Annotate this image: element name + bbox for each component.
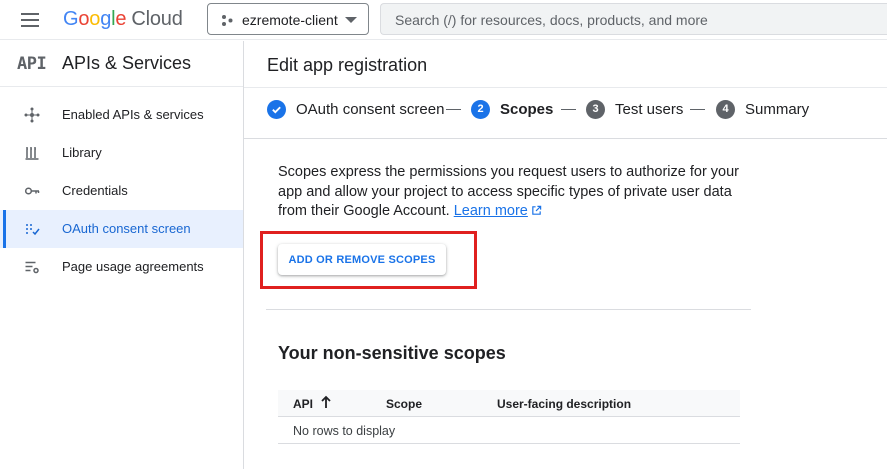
main-content: Edit app registration OAuth consent scre…	[244, 41, 887, 469]
table-row: No rows to display	[278, 417, 740, 444]
column-header-scope[interactable]: Scope	[386, 397, 422, 411]
divider	[266, 309, 751, 310]
section-title: Your non-sensitive scopes	[278, 343, 506, 363]
step-number: 2	[471, 99, 490, 119]
table-header: API Scope User-facing description	[278, 390, 740, 417]
sidebar-item-label: Page usage agreements	[62, 259, 204, 274]
stepper: OAuth consent screen 2 Scopes 3 Test use…	[244, 87, 887, 139]
chevron-down-icon	[345, 17, 357, 23]
sidebar-header: API APIs & Services	[0, 41, 243, 87]
scopes-description: Scopes express the permissions you reque…	[278, 163, 748, 222]
step-separator	[446, 109, 461, 110]
sidebar-item-enabled-apis[interactable]: Enabled APIs & services	[0, 96, 243, 134]
library-icon	[25, 147, 39, 160]
check-icon	[267, 99, 286, 119]
google-cloud-logo[interactable]: Google Cloud	[63, 8, 183, 30]
top-bar: Google Cloud ezremote-client	[0, 0, 887, 40]
arrow-up-icon[interactable]	[320, 395, 332, 409]
add-or-remove-scopes-button[interactable]: ADD OR REMOVE SCOPES	[278, 244, 446, 275]
external-link-icon	[532, 205, 542, 215]
brand-google: Google	[63, 8, 127, 30]
sidebar-item-library[interactable]: Library	[0, 134, 243, 172]
step-number: 4	[716, 99, 735, 119]
sidebar: API APIs & Services Enabled APIs & servi…	[0, 41, 244, 469]
step-separator	[690, 109, 705, 110]
step-label: Scopes	[500, 100, 554, 118]
key-icon	[24, 187, 40, 195]
learn-more-link[interactable]: Learn more	[454, 203, 528, 219]
column-header-description[interactable]: User-facing description	[497, 397, 631, 411]
api-logo-icon: API	[17, 54, 47, 74]
step-oauth-consent-screen[interactable]: OAuth consent screen	[267, 99, 444, 119]
sidebar-item-credentials[interactable]: Credentials	[0, 172, 243, 210]
sidebar-title: APIs & Services	[62, 53, 192, 73]
step-summary[interactable]: 4 Summary	[716, 99, 809, 119]
hub-icon	[24, 107, 40, 123]
step-label: OAuth consent screen	[296, 100, 445, 118]
step-scopes[interactable]: 2 Scopes	[471, 99, 553, 119]
step-number: 3	[586, 99, 605, 119]
column-header-api[interactable]: API	[293, 397, 313, 411]
sidebar-item-label: Library	[62, 145, 102, 160]
brand-cloud: Cloud	[131, 8, 183, 30]
search-bar[interactable]	[380, 3, 887, 35]
settings-list-icon	[25, 261, 39, 274]
page-title: Edit app registration	[267, 55, 428, 75]
hamburger-menu-icon[interactable]	[18, 8, 42, 32]
project-picker[interactable]: ezremote-client	[207, 3, 369, 35]
sidebar-item-label: Credentials	[62, 183, 128, 198]
step-label: Test users	[615, 100, 684, 118]
step-label: Summary	[745, 100, 810, 118]
scopes-table: API Scope User-facing description No row…	[278, 390, 740, 444]
sidebar-item-oauth-consent-screen[interactable]: OAuth consent screen	[0, 210, 243, 248]
step-separator	[561, 109, 576, 110]
sidebar-item-label: Enabled APIs & services	[62, 107, 204, 122]
step-test-users[interactable]: 3 Test users	[586, 99, 683, 119]
project-name: ezremote-client	[242, 12, 338, 28]
consent-icon	[26, 224, 40, 236]
sidebar-item-page-usage-agreements[interactable]: Page usage agreements	[0, 248, 243, 286]
search-input[interactable]	[395, 10, 875, 30]
sidebar-item-label: OAuth consent screen	[62, 221, 191, 236]
project-dots-icon	[222, 15, 233, 26]
empty-table-text: No rows to display	[293, 424, 396, 438]
